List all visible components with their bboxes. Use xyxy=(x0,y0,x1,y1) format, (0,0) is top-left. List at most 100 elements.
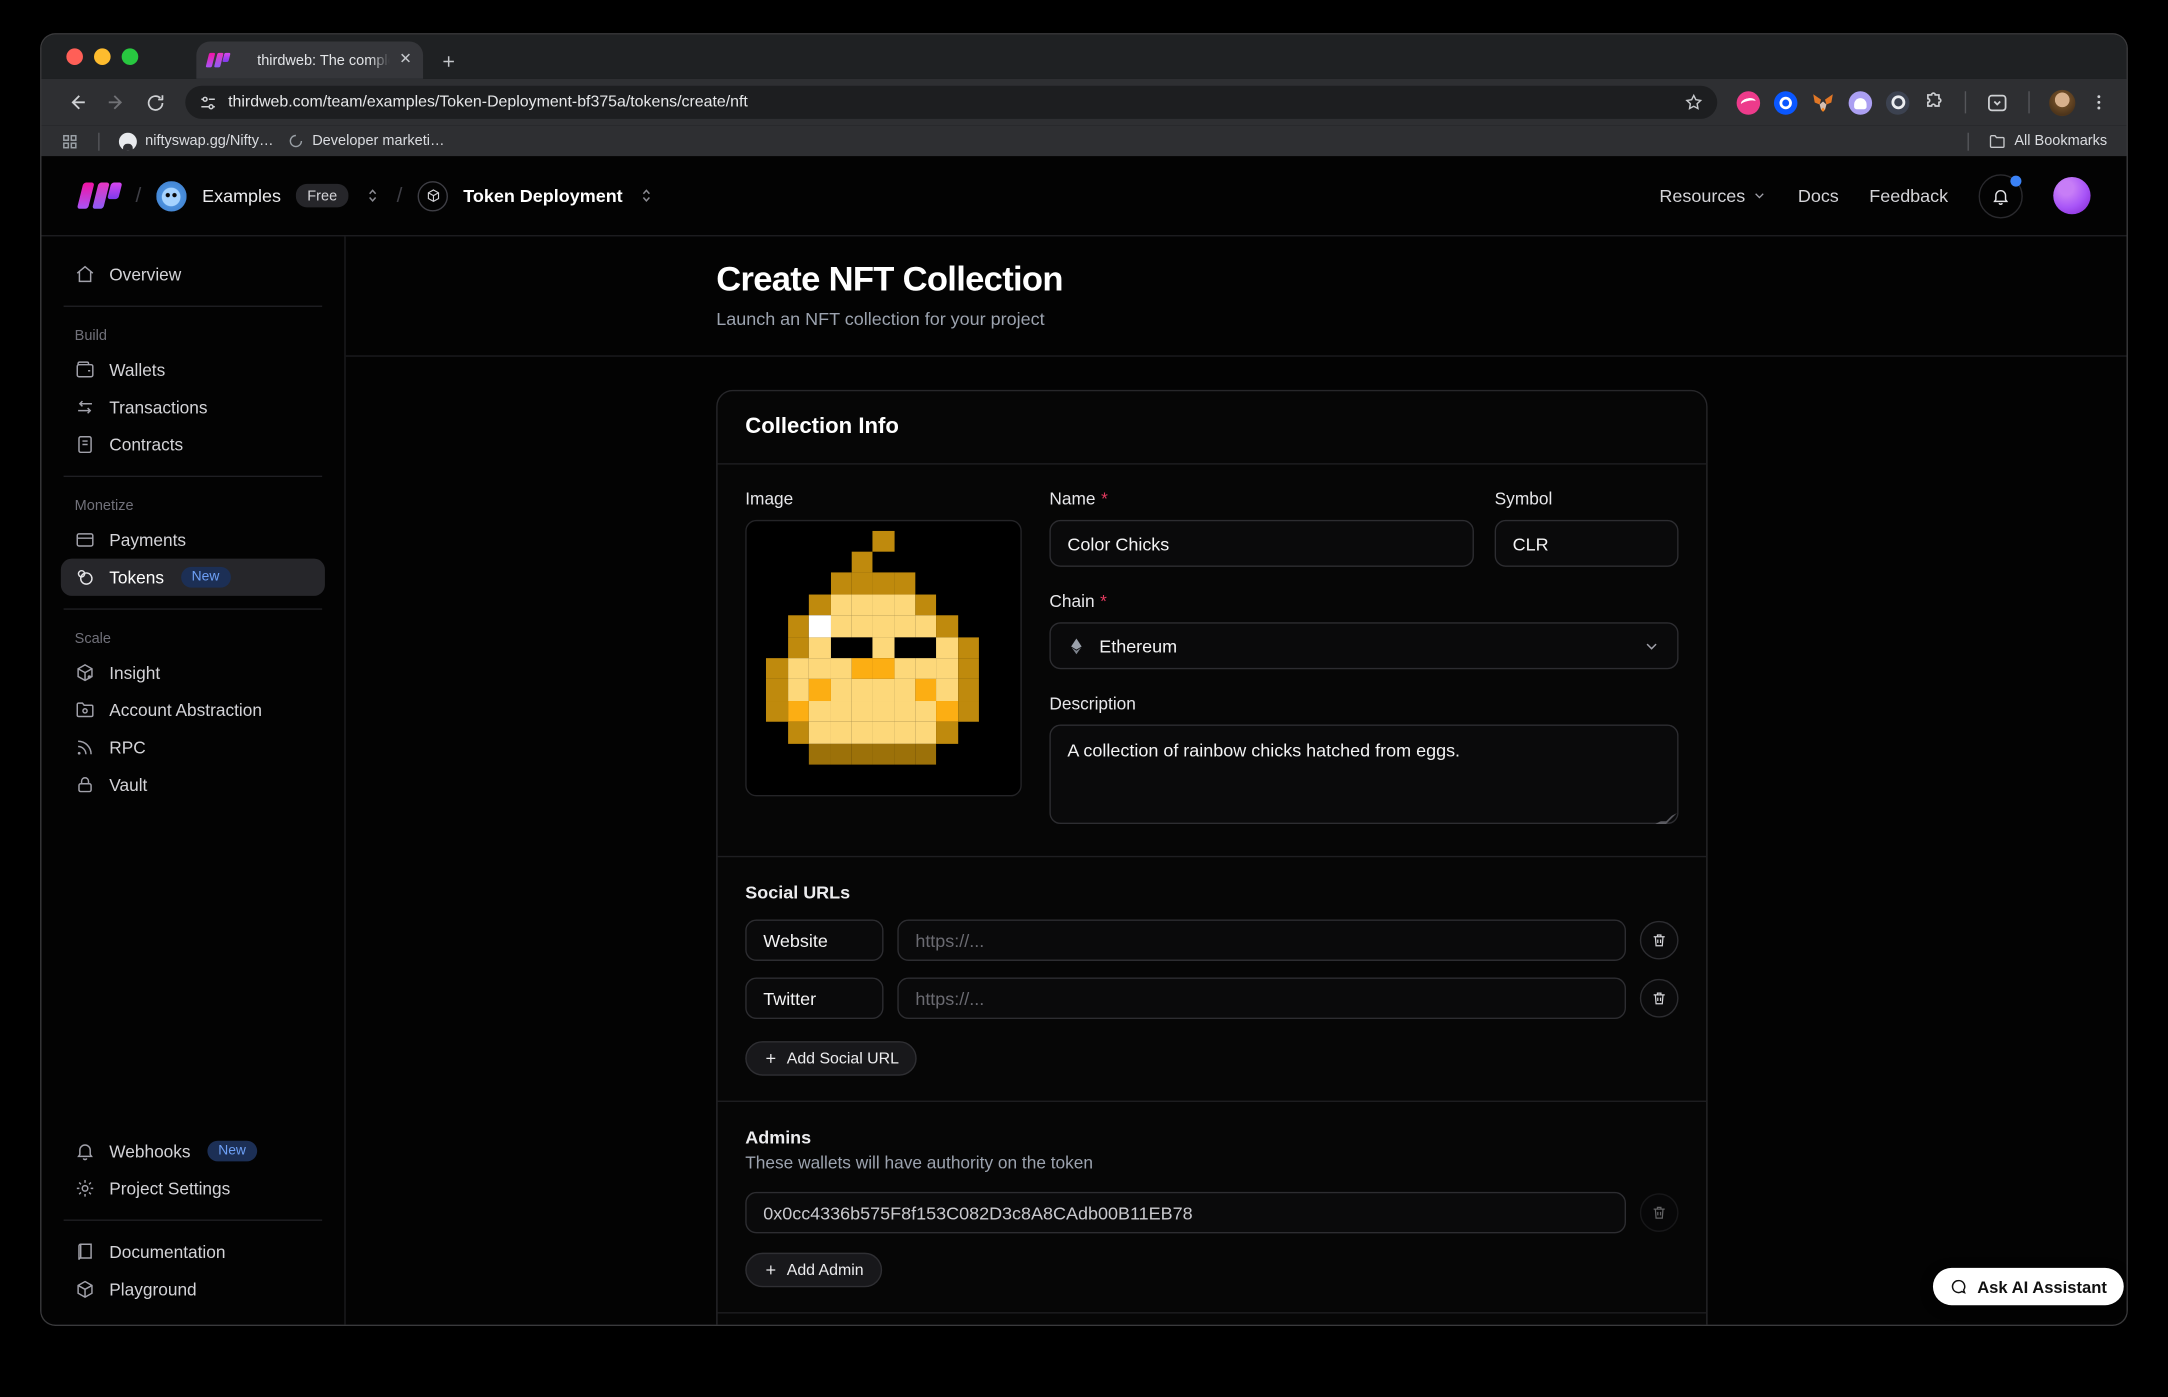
user-avatar[interactable] xyxy=(2053,177,2090,214)
sidebar-item-label: Tokens xyxy=(109,568,164,587)
back-button[interactable] xyxy=(61,86,94,119)
sidebar-item-project-settings[interactable]: Project Settings xyxy=(61,1170,325,1207)
chrome-menu-icon[interactable] xyxy=(2089,93,2108,112)
extensions-puzzle-icon[interactable] xyxy=(1923,91,1945,113)
url-bar[interactable]: thirdweb.com/team/examples/Token-Deploym… xyxy=(185,86,1717,119)
divider xyxy=(64,608,323,609)
extension-dark-icon[interactable] xyxy=(1886,91,1910,115)
sidebar-item-webhooks[interactable]: Webhooks New xyxy=(61,1132,325,1169)
card-header: Collection Info xyxy=(718,391,1707,464)
bell-icon xyxy=(1991,186,2010,205)
bookmark-niftyswap[interactable]: niftyswap.gg/Nifty… xyxy=(119,132,274,150)
sidebar-item-rpc[interactable]: RPC xyxy=(61,729,325,766)
required-asterisk: * xyxy=(1101,489,1108,508)
sidebar-item-transactions[interactable]: Transactions xyxy=(61,389,325,426)
phantom-extension-icon[interactable] xyxy=(1849,91,1873,115)
symbol-label: Symbol xyxy=(1495,489,1679,508)
add-social-url-button[interactable]: Add Social URL xyxy=(745,1041,917,1076)
sidebar-item-playground[interactable]: Playground xyxy=(61,1271,325,1308)
page-subtitle: Launch an NFT collection for your projec… xyxy=(716,308,1707,329)
minimize-window-button[interactable] xyxy=(94,48,111,65)
metamask-extension-icon[interactable] xyxy=(1811,91,1835,115)
contracts-icon xyxy=(75,434,96,455)
sidebar-item-payments[interactable]: Payments xyxy=(61,521,325,558)
new-tab-button[interactable] xyxy=(440,53,458,79)
browser-tab[interactable]: thirdweb: The complete web3… ✕ xyxy=(196,41,423,78)
admins-subtitle: These wallets will have authority on the… xyxy=(745,1153,1678,1172)
url-text: thirdweb.com/team/examples/Token-Deploym… xyxy=(228,94,1673,111)
sidebar-item-wallets[interactable]: Wallets xyxy=(61,351,325,388)
required-asterisk: * xyxy=(1100,592,1107,611)
apps-grid-icon[interactable] xyxy=(61,132,79,150)
app-header: / Examples Free / Token Deployment xyxy=(41,156,2126,236)
ask-ai-assistant-button[interactable]: Ask AI Assistant xyxy=(1933,1268,2124,1305)
nav-resources[interactable]: Resources xyxy=(1659,185,1767,206)
extension-blue-icon[interactable] xyxy=(1774,91,1798,115)
trash-icon xyxy=(1651,932,1668,949)
sidebar-item-label: Webhooks xyxy=(109,1141,190,1160)
delete-social-row-button[interactable] xyxy=(1640,921,1679,960)
chevron-down-icon xyxy=(1643,637,1661,655)
breadcrumb: / Examples Free / Token Deployment xyxy=(80,180,656,210)
team-switcher-icon[interactable] xyxy=(363,187,381,205)
nav-docs[interactable]: Docs xyxy=(1798,185,1839,206)
book-icon xyxy=(75,1242,96,1263)
sidebar-section-build: Build xyxy=(61,319,325,351)
bookmark-developer-marketing[interactable]: Developer marketi… xyxy=(287,133,444,150)
sidebar-item-contracts[interactable]: Contracts xyxy=(61,426,325,463)
nav-feedback[interactable]: Feedback xyxy=(1869,185,1948,206)
plus-icon xyxy=(763,1051,778,1066)
project-switcher-icon[interactable] xyxy=(638,187,656,205)
tab-search-icon[interactable] xyxy=(1985,91,2009,115)
sidebar-item-tokens[interactable]: Tokens New xyxy=(61,559,325,596)
team-name[interactable]: Examples xyxy=(202,185,281,206)
collection-image[interactable] xyxy=(745,520,1022,797)
close-window-button[interactable] xyxy=(66,48,83,65)
chrome-profile-avatar[interactable] xyxy=(2049,89,2075,115)
bookmark-star-icon[interactable] xyxy=(1684,93,1703,112)
chain-label: Chain* xyxy=(1049,592,1678,611)
ethereum-icon xyxy=(1067,637,1085,655)
divider xyxy=(64,1220,323,1221)
sidebar-item-vault[interactable]: Vault xyxy=(61,766,325,803)
name-label: Name* xyxy=(1049,489,1473,508)
sidebar-item-label: Playground xyxy=(109,1280,196,1299)
delete-social-row-button[interactable] xyxy=(1640,979,1679,1018)
symbol-input[interactable] xyxy=(1495,520,1679,567)
transactions-icon xyxy=(75,397,96,418)
plus-icon xyxy=(763,1262,778,1277)
all-bookmarks-button[interactable]: All Bookmarks xyxy=(1988,132,2107,150)
admin-address-input[interactable] xyxy=(745,1192,1626,1233)
reload-button[interactable] xyxy=(138,86,171,119)
collection-info-card: Collection Info Image xyxy=(716,390,1707,1325)
tab-favicon xyxy=(207,53,229,67)
nav-resources-label: Resources xyxy=(1659,185,1745,206)
chain-select[interactable]: Ethereum xyxy=(1049,622,1678,669)
notifications-button[interactable] xyxy=(1979,174,2023,218)
chevron-down-icon xyxy=(1752,188,1767,203)
sidebar-item-label: Payments xyxy=(109,530,186,549)
project-name[interactable]: Token Deployment xyxy=(463,185,622,206)
sidebar-item-label: Wallets xyxy=(109,360,165,379)
name-input[interactable] xyxy=(1049,520,1473,567)
forward-button[interactable] xyxy=(100,86,133,119)
description-textarea[interactable]: A collection of rainbow chicks hatched f… xyxy=(1049,725,1678,825)
tab-close-icon[interactable]: ✕ xyxy=(399,53,412,68)
zoom-window-button[interactable] xyxy=(122,48,139,65)
social-platform-input[interactable] xyxy=(745,919,883,960)
sidebar-item-account-abstraction[interactable]: Account Abstraction xyxy=(61,691,325,728)
sidebar-item-overview[interactable]: Overview xyxy=(61,256,325,293)
chat-bubble-icon xyxy=(1950,1278,1968,1296)
tab-strip: thirdweb: The complete web3… ✕ xyxy=(41,35,2126,79)
thirdweb-logo[interactable] xyxy=(80,183,120,209)
sidebar-item-insight[interactable]: Insight xyxy=(61,654,325,691)
add-social-url-label: Add Social URL xyxy=(787,1050,899,1067)
extension-pink-icon[interactable] xyxy=(1737,91,1761,115)
site-settings-icon[interactable] xyxy=(199,93,217,111)
social-platform-input[interactable] xyxy=(745,978,883,1019)
browser-window: thirdweb: The complete web3… ✕ th xyxy=(41,35,2126,1325)
add-admin-button[interactable]: Add Admin xyxy=(745,1253,881,1288)
social-url-input[interactable] xyxy=(897,978,1626,1019)
sidebar-item-documentation[interactable]: Documentation xyxy=(61,1233,325,1270)
social-url-input[interactable] xyxy=(897,919,1626,960)
